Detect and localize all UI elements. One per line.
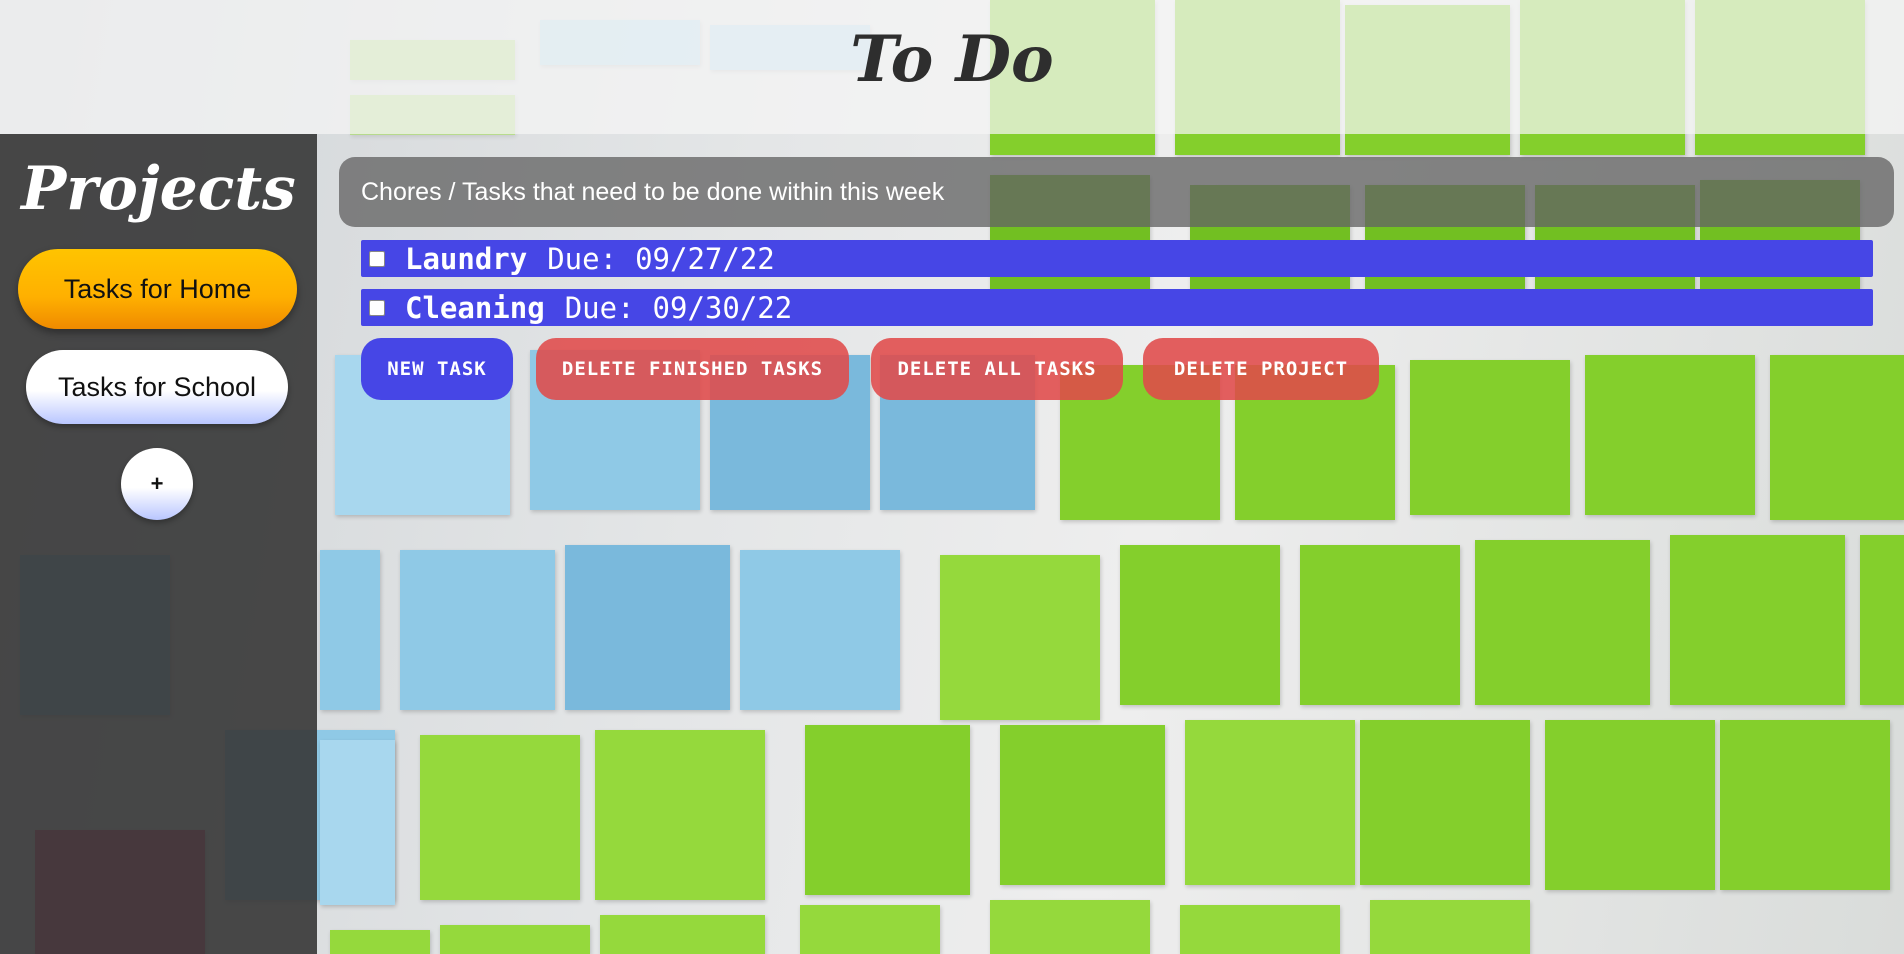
sticky-note	[320, 550, 380, 710]
sticky-note	[1475, 540, 1650, 705]
sticky-note	[1360, 720, 1530, 885]
sticky-note	[1720, 720, 1890, 890]
sticky-note	[1545, 720, 1715, 890]
sidebar-title: Projects	[21, 154, 296, 224]
task-checkbox[interactable]	[369, 299, 385, 316]
sticky-note	[1180, 905, 1340, 954]
sticky-note	[805, 725, 970, 895]
sticky-note	[420, 735, 580, 900]
sticky-note	[1860, 535, 1904, 705]
sticky-note	[740, 550, 900, 710]
task-row: Cleaning Due: 09/30/22	[361, 289, 1873, 326]
sticky-note	[940, 555, 1100, 720]
delete-project-button[interactable]: DELETE PROJECT	[1143, 338, 1379, 400]
sticky-note	[1185, 720, 1355, 885]
task-list: Laundry Due: 09/27/22 Cleaning Due: 09/3…	[361, 240, 1873, 338]
sticky-note	[1670, 535, 1845, 705]
task-due-label: Due:	[564, 290, 635, 325]
app-header: To Do	[0, 0, 1904, 134]
app-title: To Do	[850, 22, 1054, 97]
sticky-note	[1370, 900, 1530, 954]
project-button-tasks-for-home[interactable]: Tasks for Home	[18, 249, 297, 329]
sticky-note	[595, 730, 765, 900]
projects-sidebar: Projects Tasks for Home Tasks for School…	[0, 134, 317, 954]
task-due-label: Due:	[547, 241, 618, 276]
add-project-button[interactable]: +	[121, 448, 193, 520]
sticky-note	[1585, 355, 1755, 515]
sticky-note	[565, 545, 730, 710]
task-name: Cleaning	[405, 290, 545, 325]
sticky-note	[330, 930, 430, 954]
sticky-note	[600, 915, 765, 954]
delete-all-tasks-button[interactable]: DELETE ALL TASKS	[871, 338, 1123, 400]
new-task-button[interactable]: NEW TASK	[361, 338, 513, 400]
sticky-note	[800, 905, 940, 954]
sticky-note	[400, 550, 555, 710]
project-button-tasks-for-school[interactable]: Tasks for School	[26, 350, 288, 424]
task-row: Laundry Due: 09/27/22	[361, 240, 1873, 277]
sticky-note	[990, 900, 1150, 954]
sticky-note	[1300, 545, 1460, 705]
sticky-note	[1410, 360, 1570, 515]
delete-finished-tasks-button[interactable]: DELETE FINISHED TASKS	[536, 338, 849, 400]
sticky-note	[440, 925, 590, 954]
sticky-note	[320, 740, 395, 905]
task-checkbox[interactable]	[369, 250, 385, 267]
task-name: Laundry	[405, 241, 528, 276]
task-due-date: 09/30/22	[652, 290, 793, 325]
project-description: Chores / Tasks that need to be done with…	[339, 157, 1894, 227]
sticky-note	[1000, 725, 1165, 885]
sticky-note	[1770, 355, 1904, 520]
task-due-date: 09/27/22	[635, 241, 775, 276]
sticky-note	[1120, 545, 1280, 705]
